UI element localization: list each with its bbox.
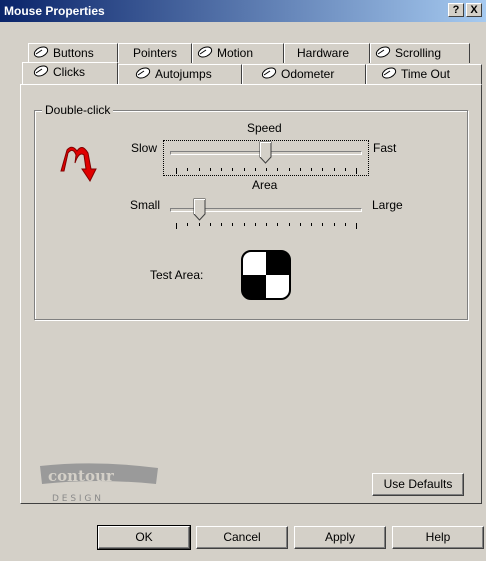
slider-tick: [344, 168, 346, 171]
slider-tick: [333, 168, 335, 171]
slider-tick: [311, 168, 312, 171]
tab-odometer[interactable]: Odometer: [242, 64, 366, 84]
tab-label: Time Out: [401, 67, 450, 81]
window-title: Mouse Properties: [4, 4, 105, 18]
area-slider-thumb[interactable]: [193, 198, 207, 222]
slider-tick: [277, 168, 279, 171]
tab-motion[interactable]: Motion: [192, 43, 284, 63]
tab-label: Buttons: [53, 46, 94, 60]
slider-tick: [277, 223, 279, 226]
area-ticks: [176, 223, 357, 229]
mouse-icon: [375, 46, 391, 58]
slider-tick: [288, 223, 290, 226]
slider-tick: [356, 223, 357, 229]
help-dialog-button[interactable]: Help: [392, 526, 484, 549]
mouse-icon: [135, 67, 151, 79]
tab-label: Hardware: [297, 46, 350, 60]
slider-tick: [232, 168, 234, 171]
slider-tick: [254, 168, 256, 171]
speed-slider-thumb[interactable]: [259, 141, 273, 165]
slider-tick: [333, 223, 335, 226]
slider-tick: [356, 168, 357, 174]
slider-tick: [209, 223, 211, 226]
cancel-label: Cancel: [223, 530, 261, 544]
slider-tick: [299, 168, 301, 171]
double-click-icon: [60, 146, 97, 182]
slider-tick: [176, 223, 177, 229]
contour-design-logo: contour D E S I G N: [40, 463, 158, 504]
tab-label: Motion: [217, 46, 254, 60]
area-label: Area: [252, 178, 278, 192]
use-defaults-button[interactable]: Use Defaults: [372, 473, 464, 496]
slider-tick: [221, 168, 222, 171]
title-bar[interactable]: Mouse Properties ? X: [0, 0, 486, 22]
mouse-icon: [381, 67, 397, 79]
svg-text:contour: contour: [48, 467, 115, 485]
slider-tick: [198, 223, 200, 226]
ok-button[interactable]: OK: [97, 525, 191, 550]
close-button[interactable]: X: [466, 3, 482, 17]
slider-tick: [266, 168, 267, 171]
tab-label: Scrolling: [395, 46, 442, 60]
mouse-icon: [261, 67, 277, 79]
test-area-label: Test Area:: [150, 268, 204, 282]
apply-label: Apply: [324, 530, 356, 544]
slider-tick: [299, 223, 301, 226]
mouse-icon: [33, 46, 49, 58]
tab-label: Pointers: [133, 46, 178, 60]
slider-tick: [322, 168, 324, 171]
slider-tick: [243, 168, 245, 171]
slider-tick: [176, 168, 177, 174]
tab-hardware[interactable]: Hardware: [284, 43, 370, 63]
slider-tick: [187, 223, 189, 226]
apply-button[interactable]: Apply: [294, 526, 386, 549]
slider-tick: [221, 223, 222, 226]
slider-tick: [311, 223, 312, 226]
area-max-label: Large: [372, 198, 403, 212]
area-min-label: Small: [130, 198, 161, 212]
speed-max-label: Fast: [373, 141, 397, 155]
speed-min-label: Slow: [131, 141, 158, 155]
slider-tick: [232, 223, 234, 226]
help-label: Help: [425, 530, 451, 544]
slider-tick: [209, 168, 211, 171]
speed-label: Speed: [247, 121, 282, 135]
ok-label: OK: [135, 530, 153, 544]
slider-tick: [288, 168, 290, 171]
tab-time-out[interactable]: Time Out: [366, 64, 482, 84]
slider-tick: [254, 223, 256, 226]
tab-clicks[interactable]: Clicks: [22, 62, 118, 84]
tab-buttons[interactable]: Buttons: [28, 43, 118, 63]
tab-label: Autojumps: [155, 67, 212, 81]
mouse-icon: [197, 46, 213, 58]
slider-tick: [187, 168, 189, 171]
use-defaults-label: Use Defaults: [383, 477, 453, 491]
test-area-box[interactable]: [241, 250, 291, 300]
slider-tick: [198, 168, 200, 171]
slider-tick: [243, 223, 245, 226]
slider-tick: [266, 223, 267, 226]
slider-tick: [344, 223, 346, 226]
tab-scrolling[interactable]: Scrolling: [370, 43, 470, 63]
cancel-button[interactable]: Cancel: [196, 526, 288, 549]
tab-pointers[interactable]: Pointers: [118, 43, 192, 63]
slider-tick: [322, 223, 324, 226]
group-label: Double-click: [42, 103, 114, 117]
tab-label: Clicks: [53, 65, 85, 79]
speed-ticks: [176, 168, 357, 174]
tab-autojumps[interactable]: Autojumps: [118, 64, 242, 84]
svg-text:D E S I G N: D E S I G N: [52, 494, 101, 504]
help-button[interactable]: ?: [448, 3, 464, 17]
tab-label: Odometer: [281, 67, 335, 81]
mouse-icon: [33, 65, 49, 77]
